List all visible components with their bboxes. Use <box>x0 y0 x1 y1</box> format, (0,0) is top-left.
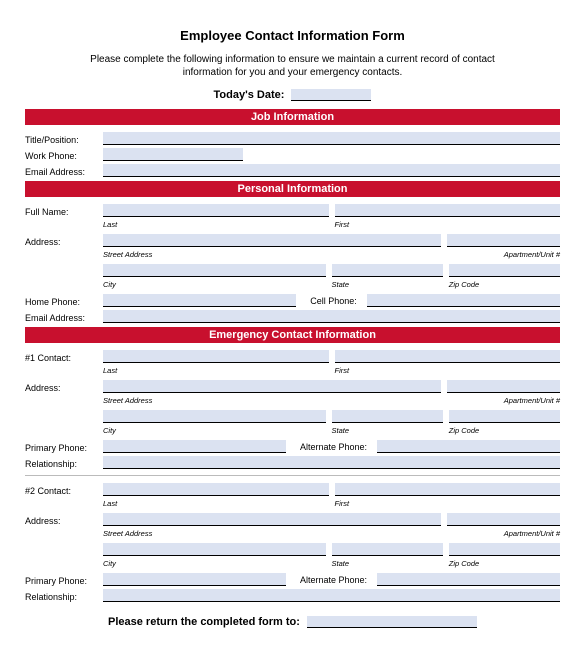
c2-sub-city: City <box>103 558 326 568</box>
sub-apt: Apartment/Unit # <box>447 249 560 259</box>
fullname-label: Full Name: <box>25 205 103 217</box>
c1-primary-phone-input[interactable] <box>103 440 286 453</box>
personal-zip-input[interactable] <box>449 264 560 277</box>
return-label: Please return the completed form to: <box>108 616 300 628</box>
personal-street-input[interactable] <box>103 234 441 247</box>
fullname-last-input[interactable] <box>103 204 329 217</box>
personal-city-input[interactable] <box>103 264 326 277</box>
c2-relationship-label: Relationship: <box>25 590 103 602</box>
c1-first-input[interactable] <box>335 350 561 363</box>
c1-sub-first: First <box>335 365 561 375</box>
home-phone-label: Home Phone: <box>25 295 103 307</box>
c1-alternate-phone-label: Alternate Phone: <box>292 442 371 453</box>
contact-divider <box>25 475 560 476</box>
personal-address-label: Address: <box>25 235 103 247</box>
c2-sub-last: Last <box>103 498 329 508</box>
c2-alternate-phone-label: Alternate Phone: <box>292 575 371 586</box>
fullname-first-input[interactable] <box>335 204 561 217</box>
c2-relationship-input[interactable] <box>103 589 560 602</box>
contact2-label: #2 Contact: <box>25 484 103 496</box>
c1-sub-state: State <box>332 425 443 435</box>
home-phone-input[interactable] <box>103 294 296 307</box>
c2-alternate-phone-input[interactable] <box>377 573 560 586</box>
c1-street-input[interactable] <box>103 380 441 393</box>
sub-street: Street Address <box>103 249 441 259</box>
personal-email-label: Email Address: <box>25 311 103 323</box>
sub-last: Last <box>103 219 329 229</box>
c2-address-label: Address: <box>25 514 103 526</box>
c1-last-input[interactable] <box>103 350 329 363</box>
todays-date-label: Today's Date: <box>214 89 285 101</box>
return-to-input[interactable] <box>307 616 477 628</box>
cell-phone-label: Cell Phone: <box>302 296 361 307</box>
c1-relationship-input[interactable] <box>103 456 560 469</box>
c2-zip-input[interactable] <box>449 543 560 556</box>
section-header-personal: Personal Information <box>25 181 560 197</box>
title-position-label: Title/Position: <box>25 133 103 145</box>
todays-date-input[interactable] <box>291 89 371 101</box>
c1-sub-city: City <box>103 425 326 435</box>
section-header-job: Job Information <box>25 109 560 125</box>
c2-sub-street: Street Address <box>103 528 441 538</box>
sub-zip: Zip Code <box>449 279 560 289</box>
c1-state-input[interactable] <box>332 410 443 423</box>
c1-sub-apt: Apartment/Unit # <box>447 395 560 405</box>
todays-date-line: Today's Date: <box>25 89 560 101</box>
sub-state: State <box>332 279 443 289</box>
c1-address-label: Address: <box>25 381 103 393</box>
sub-first: First <box>335 219 561 229</box>
c2-sub-state: State <box>332 558 443 568</box>
section-header-emergency: Emergency Contact Information <box>25 327 560 343</box>
c2-sub-apt: Apartment/Unit # <box>447 528 560 538</box>
c1-alternate-phone-input[interactable] <box>377 440 560 453</box>
c2-street-input[interactable] <box>103 513 441 526</box>
form-title: Employee Contact Information Form <box>25 28 560 43</box>
personal-state-input[interactable] <box>332 264 443 277</box>
c2-state-input[interactable] <box>332 543 443 556</box>
personal-email-input[interactable] <box>103 310 560 323</box>
c2-apt-input[interactable] <box>447 513 560 526</box>
cell-phone-input[interactable] <box>367 294 560 307</box>
c2-primary-phone-label: Primary Phone: <box>25 574 103 586</box>
c1-sub-street: Street Address <box>103 395 441 405</box>
c2-last-input[interactable] <box>103 483 329 496</box>
c1-primary-phone-label: Primary Phone: <box>25 441 103 453</box>
c2-sub-first: First <box>335 498 561 508</box>
c1-sub-last: Last <box>103 365 329 375</box>
c2-primary-phone-input[interactable] <box>103 573 286 586</box>
c2-sub-zip: Zip Code <box>449 558 560 568</box>
title-position-input[interactable] <box>103 132 560 145</box>
return-line: Please return the completed form to: <box>25 616 560 628</box>
c1-apt-input[interactable] <box>447 380 560 393</box>
c1-sub-zip: Zip Code <box>449 425 560 435</box>
c1-zip-input[interactable] <box>449 410 560 423</box>
work-phone-input[interactable] <box>103 148 243 161</box>
sub-city: City <box>103 279 326 289</box>
job-email-input[interactable] <box>103 164 560 177</box>
contact1-label: #1 Contact: <box>25 351 103 363</box>
job-email-label: Email Address: <box>25 165 103 177</box>
form-instructions: Please complete the following informatio… <box>65 53 520 79</box>
c1-city-input[interactable] <box>103 410 326 423</box>
work-phone-label: Work Phone: <box>25 149 103 161</box>
c1-relationship-label: Relationship: <box>25 457 103 469</box>
personal-apt-input[interactable] <box>447 234 560 247</box>
c2-city-input[interactable] <box>103 543 326 556</box>
c2-first-input[interactable] <box>335 483 561 496</box>
